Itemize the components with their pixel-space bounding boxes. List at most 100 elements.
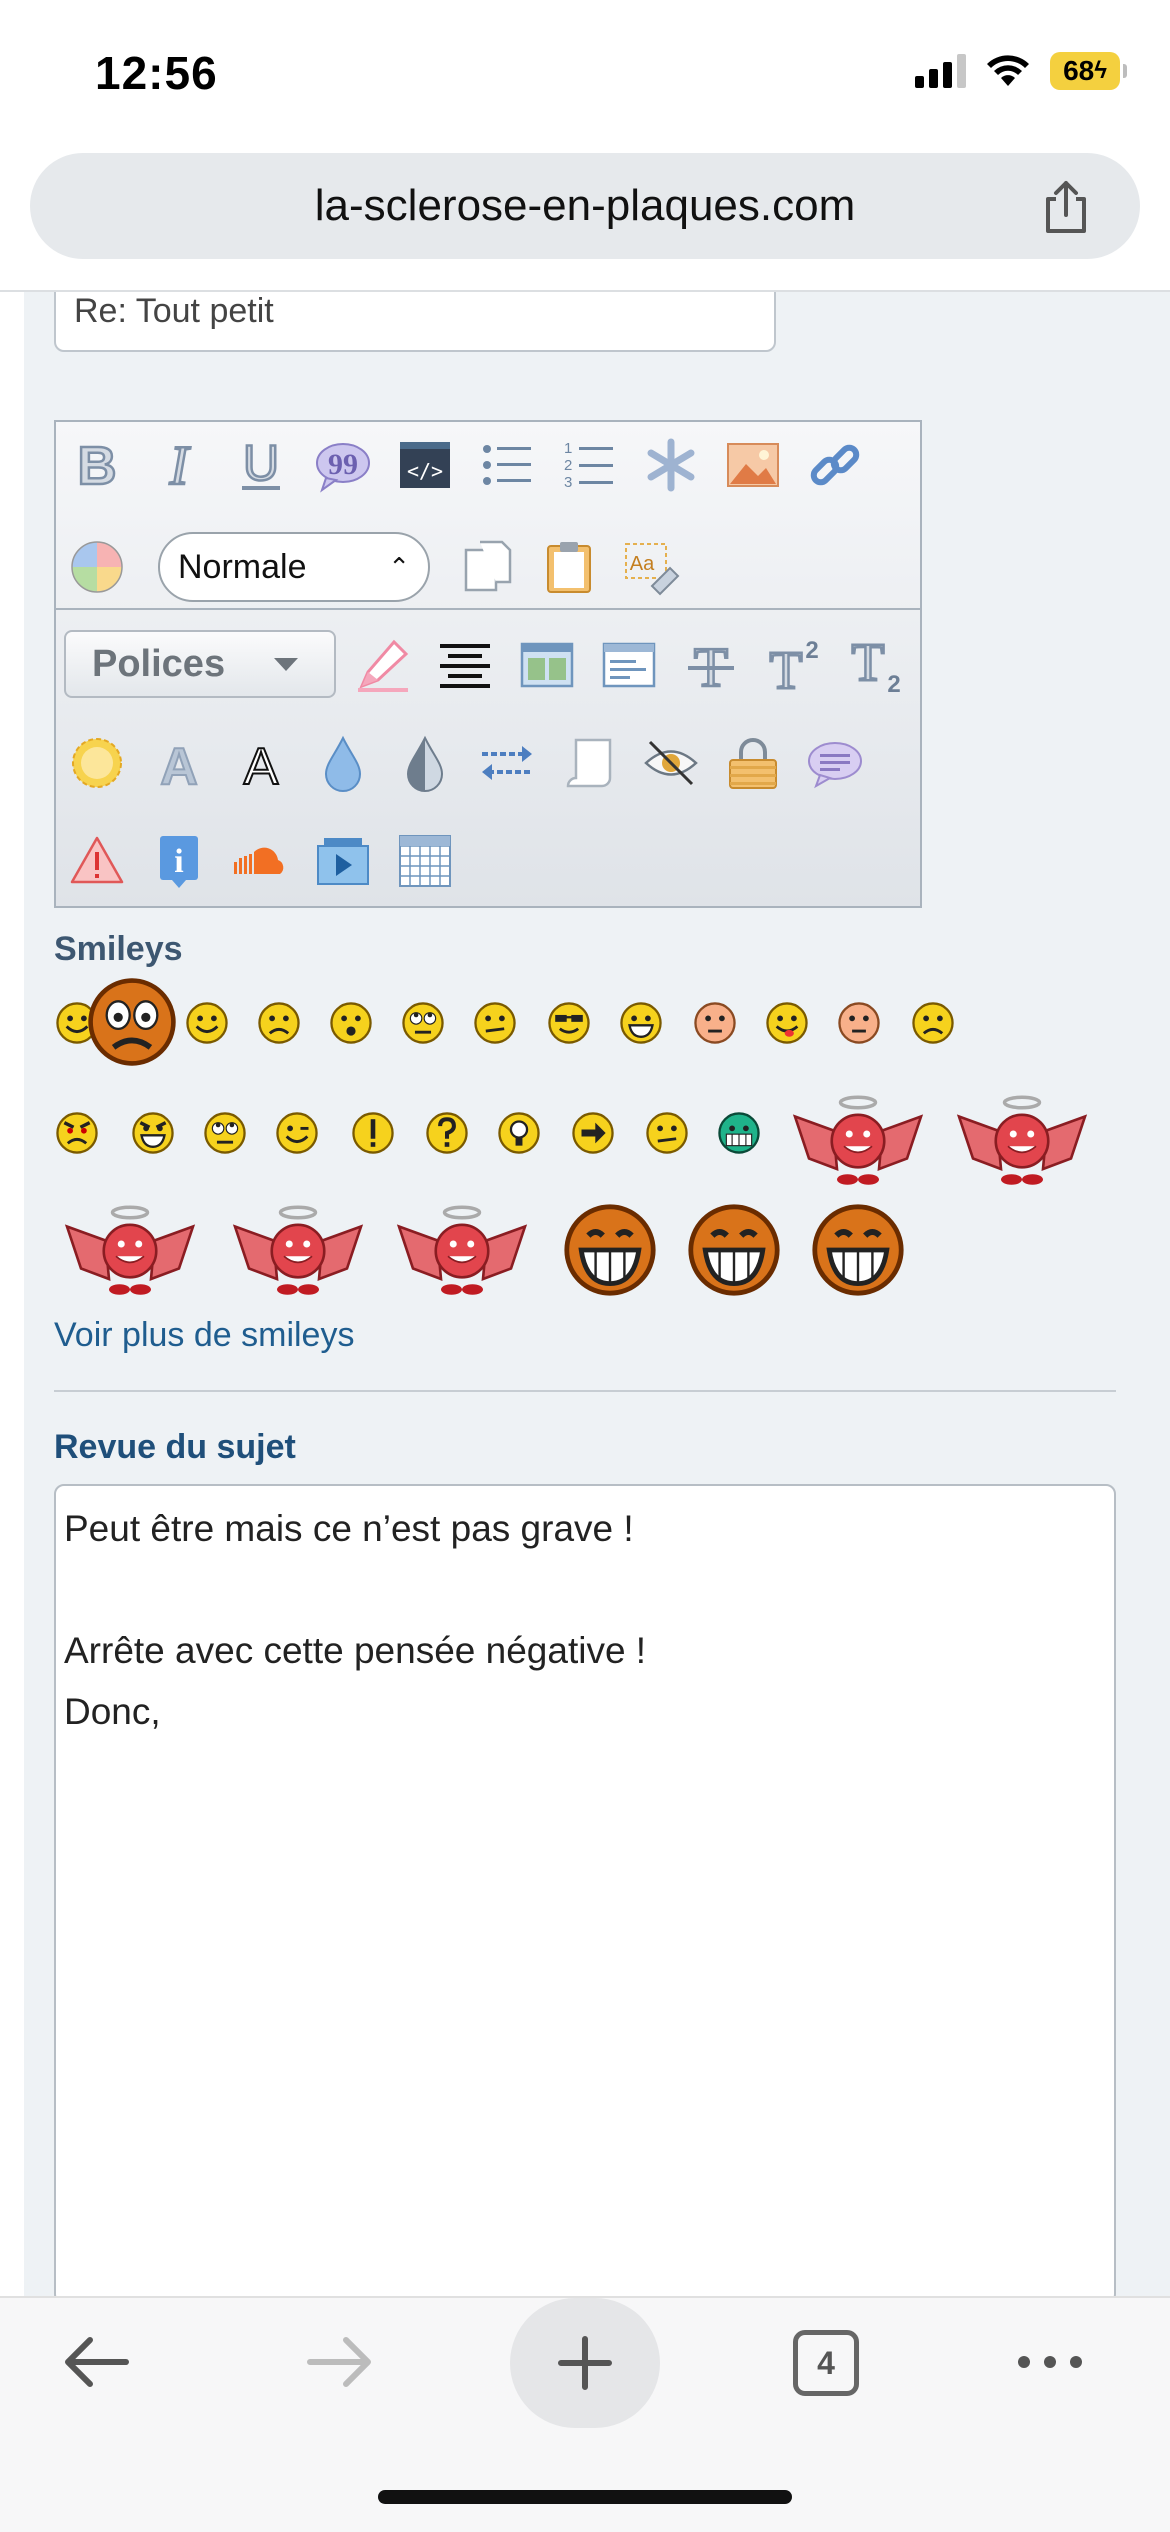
video-icon[interactable] (312, 830, 374, 892)
biggrin-smiley-icon[interactable] (810, 1202, 906, 1298)
roll-smiley-icon[interactable] (202, 1110, 248, 1156)
outline-letter-icon[interactable]: A (148, 732, 210, 794)
excl-smiley-icon[interactable] (350, 1110, 396, 1156)
arrow-smiley-icon[interactable] (570, 1110, 616, 1156)
biggrin-smiley-icon[interactable] (562, 1202, 658, 1298)
format-select[interactable]: Normale ⌃ (158, 532, 430, 602)
status-time: 12:56 (95, 47, 218, 99)
tongue-smiley-icon[interactable] (764, 1000, 810, 1046)
smiley-graphic (956, 1095, 1088, 1185)
subject-input[interactable]: Re: Tout petit (54, 292, 776, 352)
subscript-icon[interactable]: T2 (844, 634, 906, 696)
smiley-graphic (572, 1112, 614, 1154)
smiley-graphic (688, 1204, 780, 1296)
table-layout-icon[interactable] (516, 634, 578, 696)
cool-smiley-icon[interactable] (546, 1000, 592, 1046)
color-wheel-icon[interactable] (66, 536, 128, 598)
angel-smiley-icon[interactable] (392, 1202, 532, 1300)
speech-bubble-icon[interactable] (804, 732, 866, 794)
home-indicator (378, 2490, 792, 2504)
roll-smiley-icon[interactable] (400, 1000, 446, 1046)
share-icon[interactable] (1036, 177, 1096, 237)
grid-table-icon[interactable] (394, 830, 456, 892)
padlock-icon[interactable] (722, 732, 784, 794)
svg-text:A: A (160, 738, 198, 792)
bullet-list-icon[interactable] (476, 434, 538, 496)
quest-smiley-icon[interactable] (424, 1110, 470, 1156)
link-icon[interactable] (804, 434, 866, 496)
new-tab-button[interactable] (510, 2298, 660, 2428)
smiley-graphic (276, 1112, 318, 1154)
confused-smiley-icon[interactable] (644, 1110, 690, 1156)
battery-indicator: 68 ϟ (1050, 52, 1127, 90)
soundcloud-icon[interactable] (230, 830, 292, 892)
letter-a-icon[interactable]: A (230, 732, 292, 794)
smiley-graphic (204, 1112, 246, 1154)
tabs-button[interactable]: 4 (793, 2330, 859, 2396)
confused-smiley-icon[interactable] (472, 1000, 518, 1046)
info-icon[interactable]: i (148, 830, 210, 892)
code-icon[interactable]: </> (394, 434, 456, 496)
wow-smiley-icon[interactable] (328, 1000, 374, 1046)
review-line: Arrête avec cette pensée négative ! (64, 1630, 647, 1671)
smiley-graphic (352, 1112, 394, 1154)
editor-toolbar: B I U 99 </> 123 Normale ⌃ Aa Polices T … (54, 420, 922, 908)
idea-smiley-icon[interactable] (496, 1110, 542, 1156)
forward-button[interactable] (300, 2322, 380, 2402)
hidden-eye-icon[interactable] (640, 732, 702, 794)
angel-smiley-icon[interactable] (228, 1202, 368, 1300)
italic-icon[interactable]: I (148, 434, 210, 496)
numbered-list-icon[interactable]: 123 (558, 434, 620, 496)
window-icon[interactable] (598, 634, 660, 696)
asterisk-icon[interactable] (640, 434, 702, 496)
drop-icon[interactable] (312, 732, 374, 794)
smiley-graphic (766, 1002, 808, 1044)
fonts-dropdown[interactable]: Polices (64, 630, 336, 698)
blush-smiley-icon[interactable] (836, 1000, 882, 1046)
angel-smiley-icon[interactable] (60, 1202, 200, 1300)
sun-icon[interactable] (66, 732, 128, 794)
highlighter-icon[interactable] (352, 634, 414, 696)
angel-smiley-icon[interactable] (952, 1092, 1092, 1190)
underline-icon[interactable]: U (230, 434, 292, 496)
smiley-graphic (132, 1112, 174, 1154)
paste-icon[interactable] (538, 536, 600, 598)
sad-smiley-icon[interactable] (910, 1000, 956, 1046)
evil-smiley-icon[interactable] (130, 1110, 176, 1156)
svg-text:U: U (243, 436, 279, 491)
align-icon[interactable] (434, 634, 496, 696)
angry-smiley-icon[interactable] (54, 1110, 100, 1156)
arrows-swap-icon[interactable] (476, 732, 538, 794)
smiley-graphic (718, 1112, 760, 1154)
back-arrow-icon (65, 2337, 129, 2387)
green-smiley-icon[interactable] (716, 1110, 762, 1156)
svg-text:2: 2 (805, 637, 818, 664)
half-drop-icon[interactable] (394, 732, 456, 794)
smiley-graphic (64, 1205, 196, 1295)
bold-icon[interactable]: B (66, 434, 128, 496)
smiley-graphic (694, 1002, 736, 1044)
grin-smiley-icon[interactable] (618, 1000, 664, 1046)
angel-smiley-icon[interactable] (788, 1092, 928, 1190)
remove-format-icon[interactable]: Aa (620, 536, 682, 598)
blush-smiley-icon[interactable] (692, 1000, 738, 1046)
bigsad-smiley-icon[interactable] (86, 976, 178, 1068)
scroll-icon[interactable] (558, 732, 620, 794)
sad-smiley-icon[interactable] (256, 1000, 302, 1046)
biggrin-smiley-icon[interactable] (686, 1202, 782, 1298)
back-button[interactable] (56, 2322, 136, 2402)
superscript-icon[interactable]: T2 (762, 634, 824, 696)
strikethrough-icon[interactable]: T (680, 634, 742, 696)
smile-smiley-icon[interactable] (184, 1000, 230, 1046)
more-menu-button[interactable] (1010, 2322, 1090, 2402)
warning-icon[interactable] (66, 830, 128, 892)
smileys-heading: Smileys (54, 930, 183, 968)
smiley-graphic (232, 1205, 364, 1295)
more-smileys-link[interactable]: Voir plus de smileys (54, 1316, 354, 1355)
address-bar[interactable]: la-sclerose-en-plaques.com (30, 153, 1140, 259)
quote-icon[interactable]: 99 (312, 434, 374, 496)
copy-icon[interactable] (456, 536, 518, 598)
cellular-signal-icon (915, 54, 966, 88)
image-icon[interactable] (722, 434, 784, 496)
wink-smiley-icon[interactable] (274, 1110, 320, 1156)
